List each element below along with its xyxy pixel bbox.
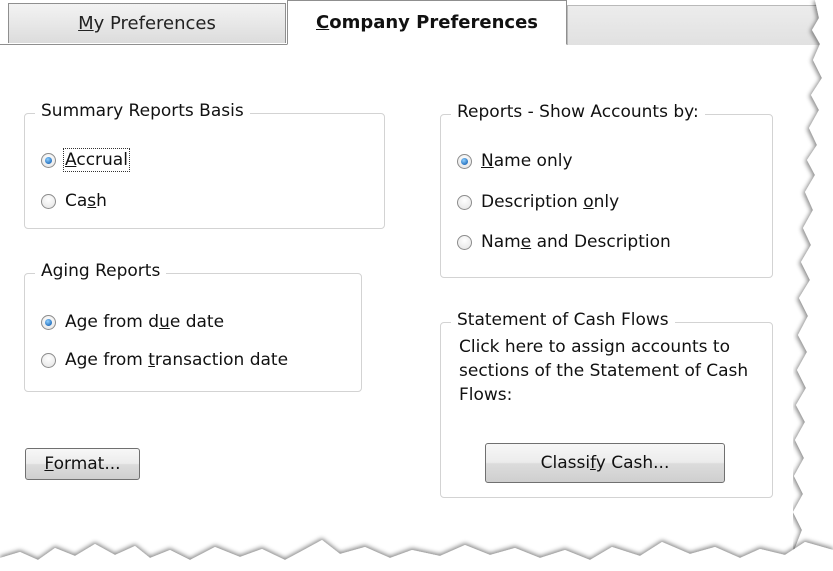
- radio-button-checked[interactable]: [41, 152, 56, 168]
- cash-flows-description: Click here to assign accounts to section…: [459, 337, 749, 405]
- classify-cash-button[interactable]: Classify Cash...: [485, 443, 725, 483]
- radio-name-and-description[interactable]: Name and Description: [457, 232, 671, 252]
- radio-label: Name only: [481, 151, 573, 171]
- group-legend: Summary Reports Basis: [35, 101, 250, 121]
- group-legend: Aging Reports: [35, 261, 167, 281]
- tab-my-preferences[interactable]: My Preferences: [8, 3, 286, 43]
- tab-label: Company Preferences: [316, 12, 538, 33]
- radio-label: Age from due date: [65, 312, 225, 332]
- button-label: Classify Cash...: [540, 453, 670, 473]
- radio-button[interactable]: [457, 194, 472, 210]
- radio-label: Name and Description: [481, 232, 671, 252]
- radio-name-only[interactable]: Name only: [457, 151, 573, 171]
- radio-label: Cash: [65, 191, 107, 211]
- aging-reports-group: Aging Reports Age from due date Age from…: [24, 261, 362, 392]
- radio-label: Accrual: [63, 148, 130, 172]
- show-accounts-by-group: Reports - Show Accounts by: Name only De…: [440, 102, 773, 278]
- tab-company-preferences[interactable]: Company Preferences: [287, 0, 567, 45]
- radio-cash[interactable]: Cash: [41, 191, 107, 211]
- radio-label: Description only: [481, 192, 620, 212]
- tab-bar: My Preferences Company Preferences: [0, 0, 833, 45]
- radio-description-only[interactable]: Description only: [457, 192, 619, 212]
- torn-edge-bottom: [0, 540, 833, 571]
- radio-button[interactable]: [41, 193, 56, 209]
- radio-accrual[interactable]: Accrual: [41, 148, 130, 172]
- radio-button[interactable]: [41, 352, 56, 368]
- radio-button-checked[interactable]: [457, 153, 472, 169]
- radio-age-from-transaction-date[interactable]: Age from transaction date: [41, 350, 288, 370]
- format-button[interactable]: Format...: [25, 448, 140, 480]
- statement-of-cash-flows-group: Statement of Cash Flows Click here to as…: [440, 310, 773, 498]
- group-legend: Statement of Cash Flows: [451, 310, 675, 330]
- radio-label: Age from transaction date: [65, 350, 289, 370]
- radio-button-checked[interactable]: [41, 314, 56, 330]
- group-legend: Reports - Show Accounts by:: [451, 102, 705, 122]
- tab-label: My Preferences: [78, 13, 216, 34]
- torn-edge-right: [793, 0, 833, 571]
- summary-reports-basis-group: Summary Reports Basis Accrual Cash: [24, 101, 385, 229]
- button-label: Format...: [44, 454, 121, 474]
- radio-button[interactable]: [457, 234, 472, 250]
- radio-age-from-due-date[interactable]: Age from due date: [41, 312, 224, 332]
